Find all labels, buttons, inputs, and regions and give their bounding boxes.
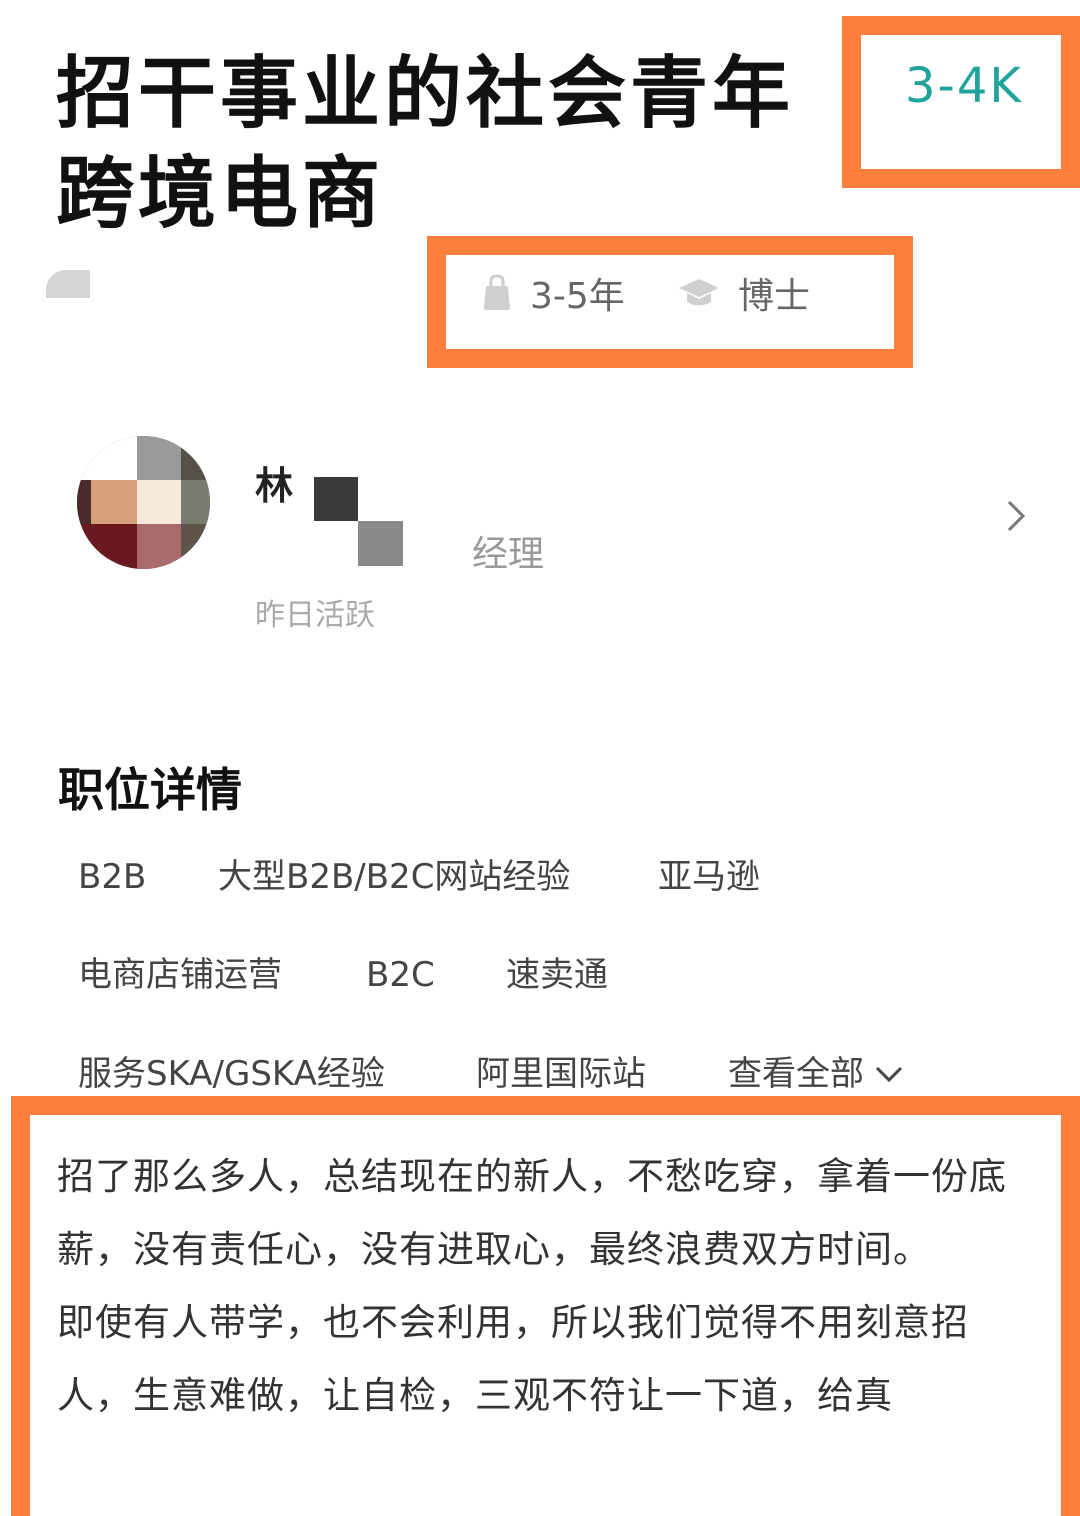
- recruiter-avatar[interactable]: [77, 436, 210, 569]
- skill-tag[interactable]: B2B: [78, 852, 146, 902]
- briefcase-icon: [484, 274, 510, 310]
- section-title: 职位详情: [58, 763, 242, 817]
- location-placeholder: [46, 270, 90, 298]
- job-description: 招了那么多人，总结现在的新人，不愁吃穿，拿着一份底薪，没有责任心，没有进取心，最…: [57, 1140, 1007, 1432]
- view-all-label: 查看全部: [728, 1054, 864, 1094]
- skill-tag[interactable]: 阿里国际站: [476, 1049, 646, 1099]
- job-title: 招干事业的社会青年跨境电商: [56, 49, 795, 239]
- chevron-right-icon[interactable]: [1003, 498, 1027, 538]
- experience-requirement: 3-5年: [482, 268, 625, 318]
- skill-tag[interactable]: 服务SKA/GSKA经验: [78, 1049, 385, 1099]
- description-paragraph: 招了那么多人，总结现在的新人，不愁吃穿，拿着一份底薪，没有责任心，没有进取心，最…: [57, 1155, 1007, 1271]
- skill-tag[interactable]: B2C: [366, 950, 435, 1000]
- skill-tag[interactable]: 大型B2B/B2C网站经验: [218, 852, 570, 902]
- name-mosaic: [358, 521, 403, 566]
- chevron-down-icon: [875, 1066, 903, 1083]
- skill-tag[interactable]: 速卖通: [506, 950, 608, 1000]
- skill-tag[interactable]: 电商店铺运营: [78, 950, 282, 1000]
- description-paragraph: 即使有人带学，也不会利用，所以我们觉得不用刻意招人，生意难做，让自检，三观不符让…: [57, 1301, 969, 1417]
- active-status: 昨日活跃: [255, 598, 375, 633]
- education-text: 博士: [738, 276, 811, 317]
- recruiter-role: 经理: [472, 534, 545, 575]
- graduation-cap-icon: [679, 279, 719, 306]
- skill-tag[interactable]: 亚马逊: [658, 852, 760, 902]
- experience-text: 3-5年: [530, 276, 625, 317]
- view-all-button[interactable]: 查看全部: [728, 1049, 904, 1099]
- name-mosaic: [314, 477, 358, 521]
- education-requirement: 博士: [678, 268, 810, 318]
- recruiter-name: 林: [255, 464, 294, 508]
- salary: 3-4K: [905, 58, 1023, 114]
